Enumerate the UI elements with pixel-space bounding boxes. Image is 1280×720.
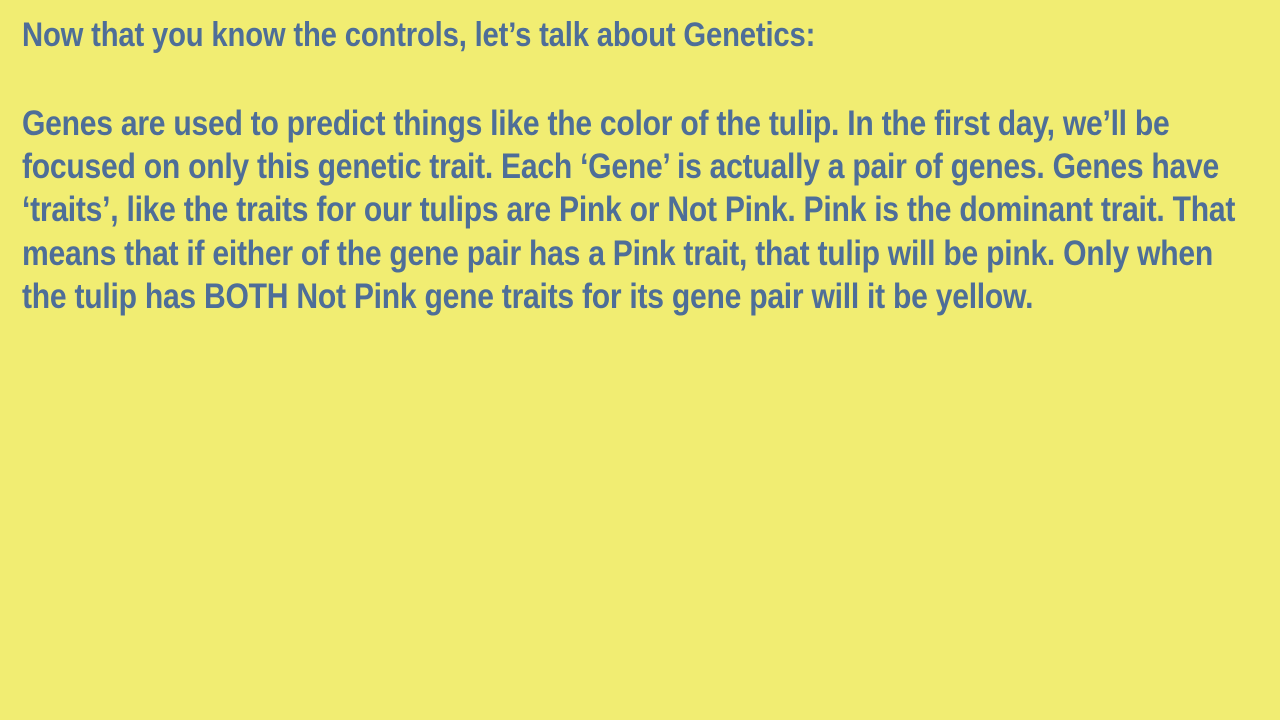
slide-heading: Now that you know the controls, let’s ta… <box>22 16 816 54</box>
slide: Now that you know the controls, let’s ta… <box>0 0 1280 720</box>
slide-body-text: Genes are used to predict things like th… <box>22 104 1236 316</box>
